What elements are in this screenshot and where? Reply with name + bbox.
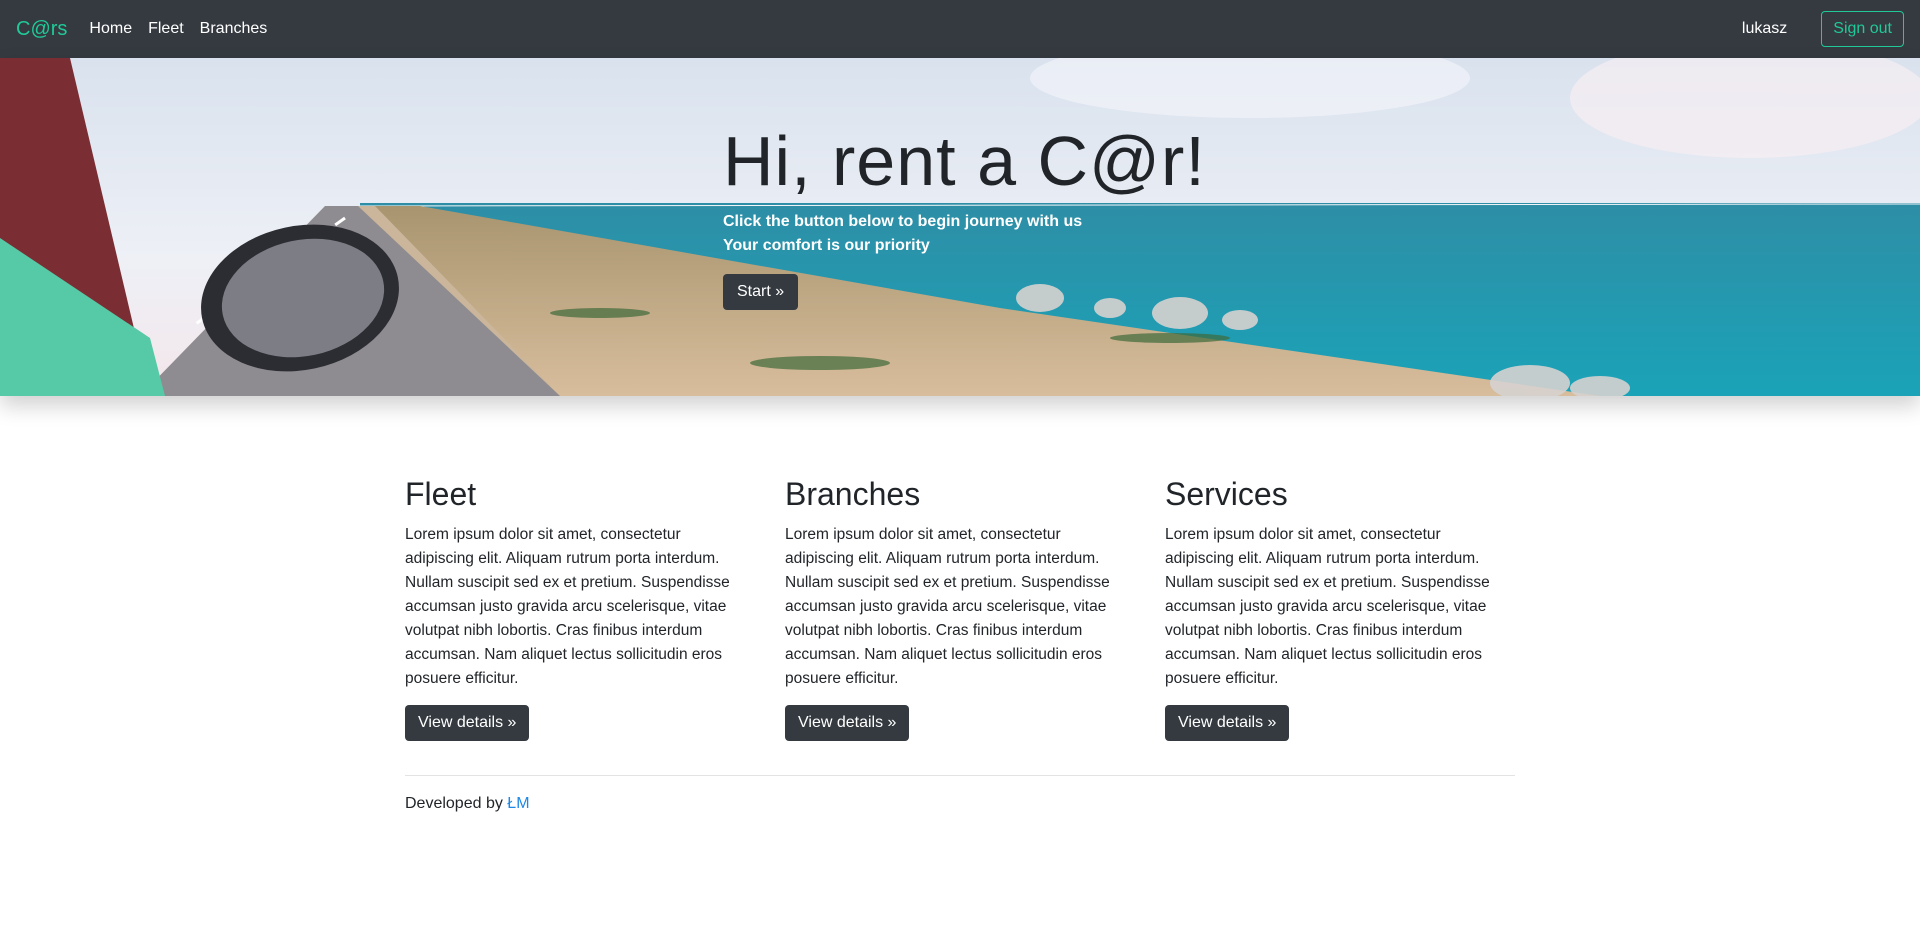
hero-content: Hi, rent a C@r! Click the button below t… <box>723 126 1206 310</box>
footer-author-link[interactable]: ŁM <box>507 795 529 812</box>
start-button[interactable]: Start » <box>723 274 799 310</box>
footer-divider <box>405 775 1515 776</box>
fleet-heading: Fleet <box>405 476 477 512</box>
footer: Developed by ŁM <box>405 795 530 813</box>
branches-column: Branches Lorem ipsum dolor sit amet, con… <box>785 476 1125 741</box>
username-label: lukasz <box>1741 20 1788 37</box>
services-column: Services Lorem ipsum dolor sit amet, con… <box>1165 476 1505 741</box>
nav-link-branches[interactable]: Branches <box>200 20 268 38</box>
brand-logo-link[interactable]: C@rs <box>16 18 67 41</box>
footer-prefix: Developed by <box>405 795 508 812</box>
fleet-description: Lorem ipsum dolor sit amet, consectetur … <box>405 526 730 687</box>
navbar-user-area: lukasz Sign out <box>1742 11 1904 47</box>
hero-title: Hi, rent a C@r! <box>723 122 1206 200</box>
hero-subtitle-line-2: Your comfort is our priority <box>723 237 930 254</box>
fleet-column: Fleet Lorem ipsum dolor sit amet, consec… <box>405 476 745 741</box>
fleet-view-details-button[interactable]: View details » <box>405 705 530 741</box>
nav-link-fleet[interactable]: Fleet <box>148 20 184 38</box>
services-heading: Services <box>1165 476 1288 512</box>
hero-banner: Hi, rent a C@r! Click the button below t… <box>0 58 1920 396</box>
branches-description: Lorem ipsum dolor sit amet, consectetur … <box>785 526 1110 687</box>
services-view-details-button[interactable]: View details » <box>1165 705 1290 741</box>
sign-out-button[interactable]: Sign out <box>1821 11 1904 47</box>
branches-view-details-button[interactable]: View details » <box>785 705 910 741</box>
branches-heading: Branches <box>785 476 921 512</box>
navbar: C@rs Home Fleet Branches lukasz Sign out <box>0 0 1920 58</box>
hero-subtitle-line-1: Click the button below to begin journey … <box>723 213 1083 230</box>
services-description: Lorem ipsum dolor sit amet, consectetur … <box>1165 526 1490 687</box>
hero-subtitle: Click the button below to begin journey … <box>723 210 1206 258</box>
nav-link-home[interactable]: Home <box>89 20 132 38</box>
